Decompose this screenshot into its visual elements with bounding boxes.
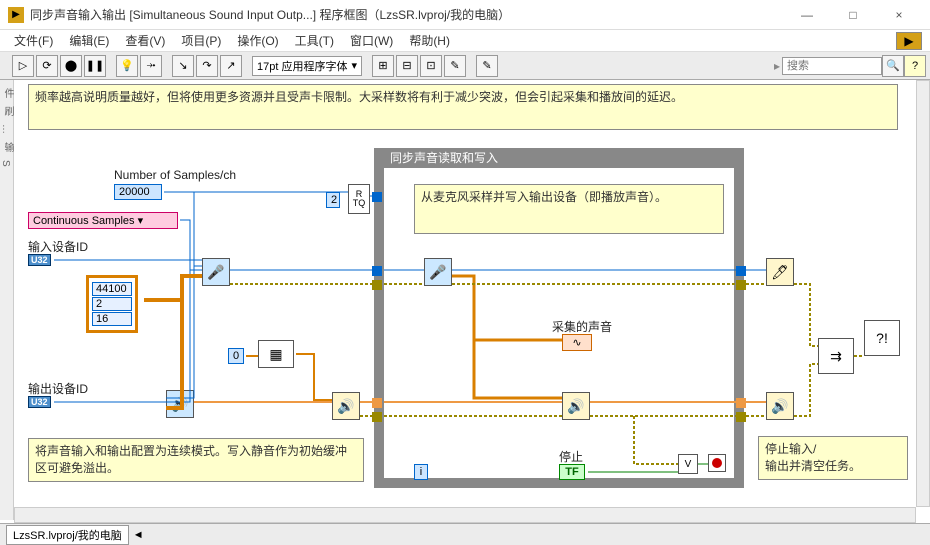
block-diagram-canvas[interactable]: 频率越高说明质量越好，但将使用更多资源并且受声卡限制。大采样数将有利于减少突波，… — [14, 80, 916, 520]
status-bar: LzsSR.lvproj/我的电脑 ◄ — [0, 523, 930, 545]
tunnel-left-1 — [372, 192, 382, 202]
const-zero[interactable]: 0 — [228, 348, 244, 364]
titlebar: ▶ 同步声音输入输出 [Simultaneous Sound Input Out… — [0, 0, 930, 30]
const-q[interactable]: 2 — [326, 192, 340, 208]
label-output-device: 输出设备ID — [28, 380, 88, 397]
loop-title: 同步声音读取和写入 — [384, 148, 734, 168]
align-button[interactable]: ⊞ — [372, 55, 394, 77]
menubar: 文件(F) 编辑(E) 查看(V) 项目(P) 操作(O) 工具(T) 窗口(W… — [0, 30, 930, 52]
comment-loop: 从麦克风采样并写入输出设备（即播放声音）。 — [414, 184, 724, 234]
tunnel-left-3 — [372, 398, 382, 408]
menu-operate[interactable]: 操作(O) — [231, 30, 284, 51]
label-num-samples: Number of Samples/ch — [114, 168, 236, 182]
menu-view[interactable]: 查看(V) — [119, 30, 171, 51]
comment-left: 将声音输入和输出配置为连续模式。写入静音作为初始缓冲区可避免溢出。 — [28, 438, 364, 482]
waveform-indicator[interactable]: ∿ — [562, 334, 592, 351]
dropdown-icon: ▾ — [138, 215, 144, 227]
init-array-node[interactable]: ▦ — [258, 340, 294, 368]
label-stop: 停止 — [559, 448, 583, 465]
enum-label: Continuous Samples — [33, 215, 135, 227]
cluster-channels: 2 — [92, 297, 132, 311]
sound-output-config-node[interactable]: 🔊 — [166, 390, 194, 418]
cluster-rate: 44100 — [92, 282, 132, 296]
step-into-button[interactable]: ↘ — [172, 55, 194, 77]
tunnel-left-err1 — [372, 280, 382, 290]
horizontal-scrollbar[interactable] — [14, 507, 916, 523]
enum-continuous-samples[interactable]: Continuous Samples ▾ — [28, 212, 178, 229]
cluster-bits: 16 — [92, 312, 132, 326]
step-out-button[interactable]: ↗ — [220, 55, 242, 77]
run-continuous-button[interactable]: ⟳ — [36, 55, 58, 77]
app-icon: ▶ — [8, 7, 24, 23]
input-device-terminal[interactable]: U32 — [28, 254, 51, 266]
quotient-remainder-node[interactable]: R TQ — [348, 184, 370, 214]
or-node[interactable]: V — [678, 454, 698, 474]
distribute-button[interactable]: ⊟ — [396, 55, 418, 77]
retain-wire-button[interactable]: ⤞ — [140, 55, 162, 77]
left-palette-strip: 件刷…输S — [0, 80, 14, 520]
window-title: 同步声音输入输出 [Simultaneous Sound Input Outp.… — [30, 6, 784, 23]
tunnel-right-err2 — [736, 412, 746, 422]
sound-write-init-node[interactable]: 🔊 — [332, 392, 360, 420]
label-collected: 采集的声音 — [552, 318, 612, 335]
format-cluster[interactable]: 44100 2 16 — [86, 275, 138, 333]
project-path[interactable]: LzsSR.lvproj/我的电脑 — [6, 525, 129, 545]
minimize-button[interactable]: — — [784, 0, 830, 30]
toolbar: ▷ ⟳ ⬤ ❚❚ 💡 ⤞ ↘ ↷ ↗ 17pt 应用程序字体 ▾ ⊞ ⊟ ⊡ ✎… — [0, 52, 930, 80]
pause-button[interactable]: ❚❚ — [84, 55, 106, 77]
sound-read-node[interactable]: 🎤 — [424, 258, 452, 286]
search-input[interactable] — [782, 57, 882, 75]
comment-top: 频率越高说明质量越好，但将使用更多资源并且受声卡限制。大采样数将有利于减少突波，… — [28, 84, 898, 130]
stop-terminal[interactable]: TF — [559, 464, 585, 480]
abort-button[interactable]: ⬤ — [60, 55, 82, 77]
extra-tool-button[interactable]: ✎ — [476, 55, 498, 77]
close-button[interactable]: × — [876, 0, 922, 30]
font-label: 17pt 应用程序字体 — [257, 58, 347, 74]
sound-output-clear-node[interactable]: 🔊 — [766, 392, 794, 420]
sound-write-node[interactable]: 🔊 — [562, 392, 590, 420]
cleanup-button[interactable]: ✎ — [444, 55, 466, 77]
loop-stop-condition[interactable] — [708, 454, 726, 472]
tunnel-left-2 — [372, 266, 382, 276]
dropdown-icon: ▾ — [351, 59, 357, 72]
comment-right: 停止输入/ 输出并清空任务。 — [758, 436, 908, 480]
menu-file[interactable]: 文件(F) — [8, 30, 59, 51]
menu-edit[interactable]: 编辑(E) — [63, 30, 115, 51]
tunnel-right-err1 — [736, 280, 746, 290]
tunnel-right-1 — [736, 266, 746, 276]
nav-arrow-icon[interactable]: ◄ — [133, 529, 144, 541]
error-handler-node[interactable]: ?! — [864, 320, 900, 356]
font-selector[interactable]: 17pt 应用程序字体 ▾ — [252, 56, 362, 76]
step-over-button[interactable]: ↷ — [196, 55, 218, 77]
reorder-button[interactable]: ⊡ — [420, 55, 442, 77]
tunnel-left-err2 — [372, 412, 382, 422]
run-button[interactable]: ▷ — [12, 55, 34, 77]
const-samples[interactable]: 20000 — [114, 184, 162, 200]
merge-errors-node[interactable]: ⇉ — [818, 338, 854, 374]
sound-input-clear-node[interactable]: 🖊 — [766, 258, 794, 286]
iteration-terminal: i — [414, 464, 428, 480]
maximize-button[interactable]: □ — [830, 0, 876, 30]
label-input-device: 输入设备ID — [28, 238, 88, 255]
search-button[interactable]: 🔍 — [882, 55, 904, 77]
highlight-button[interactable]: 💡 — [116, 55, 138, 77]
help-button[interactable]: ? — [904, 55, 926, 77]
output-device-terminal[interactable]: U32 — [28, 396, 51, 408]
tunnel-right-2 — [736, 398, 746, 408]
menu-window[interactable]: 窗口(W) — [344, 30, 399, 51]
vi-icon[interactable]: ▶ — [896, 32, 922, 50]
menu-tools[interactable]: 工具(T) — [289, 30, 340, 51]
menu-project[interactable]: 项目(P) — [175, 30, 227, 51]
sound-input-config-node[interactable]: 🎤 — [202, 258, 230, 286]
vertical-scrollbar[interactable] — [916, 80, 930, 507]
menu-help[interactable]: 帮助(H) — [403, 30, 456, 51]
